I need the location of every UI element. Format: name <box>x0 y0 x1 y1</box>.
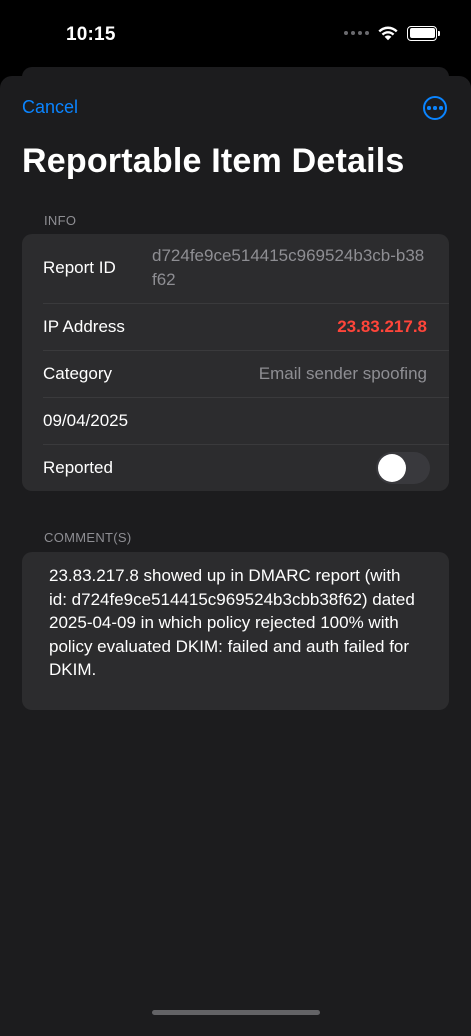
toggle-knob <box>378 453 406 482</box>
comment-text[interactable]: 23.83.217.8 showed up in DMARC report (w… <box>22 552 449 710</box>
cellular-signal-icon <box>344 31 369 35</box>
comments-section-header: COMMENT(S) <box>44 530 132 545</box>
date-value: 09/04/2025 <box>43 410 129 430</box>
reported-label: Reported <box>43 457 113 477</box>
status-bar: 10:15 <box>0 0 471 66</box>
reported-toggle[interactable] <box>376 451 430 484</box>
page-title: Reportable Item Details <box>22 142 405 180</box>
info-group: Report ID d724fe9ce514415c969524b3cb-b38… <box>22 234 449 491</box>
reported-row: Reported <box>22 444 449 491</box>
category-row[interactable]: Category Email sender spoofing <box>22 350 449 397</box>
ip-address-label: IP Address <box>43 316 125 336</box>
status-time: 10:15 <box>66 24 116 45</box>
category-value: Email sender spoofing <box>258 363 427 383</box>
report-id-label: Report ID <box>43 258 116 277</box>
info-section-header: INFO <box>44 213 77 228</box>
home-indicator <box>152 1010 320 1015</box>
wifi-icon <box>378 26 398 41</box>
category-label: Category <box>43 363 112 383</box>
ip-address-value: 23.83.217.8 <box>337 316 427 336</box>
more-options-button[interactable] <box>423 96 447 120</box>
battery-icon <box>407 25 440 41</box>
date-row[interactable]: 09/04/2025 <box>22 397 449 444</box>
details-sheet: Cancel Reportable Item Details INFO Repo… <box>0 76 471 1036</box>
cancel-button[interactable]: Cancel <box>22 97 78 118</box>
status-icons <box>344 25 440 41</box>
report-id-value: d724fe9ce514415c969524b3cb-b38f62 <box>152 246 425 289</box>
report-id-row: Report ID d724fe9ce514415c969524b3cb-b38… <box>22 234 449 303</box>
ip-address-row: IP Address 23.83.217.8 <box>22 303 449 350</box>
ellipsis-circle-icon <box>427 106 431 110</box>
